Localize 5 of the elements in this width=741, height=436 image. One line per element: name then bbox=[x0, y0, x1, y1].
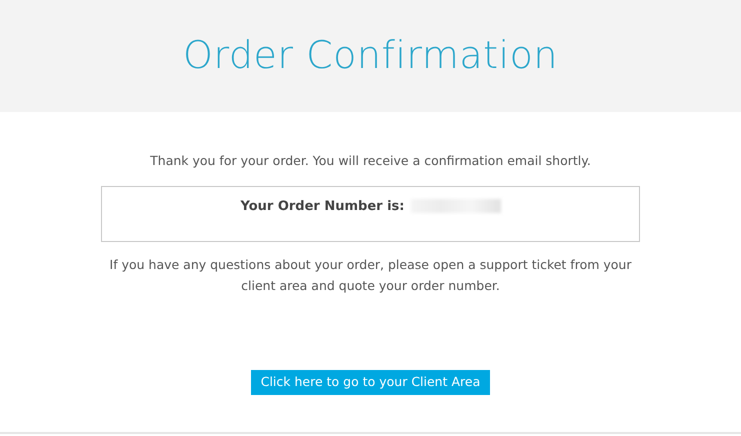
order-number-label: Your Order Number is: bbox=[240, 198, 404, 216]
support-note: If you have any questions about your order, please open a support ticket from your client area and quote your order number. bbox=[108, 256, 632, 295]
thank-you-message: Thank you for your order. You will receive a confirmation email shortly. bbox=[149, 152, 592, 170]
client-area-button[interactable]: Click here to go to your Client Area bbox=[250, 370, 490, 395]
page-title: Order Confirmation bbox=[183, 33, 558, 79]
